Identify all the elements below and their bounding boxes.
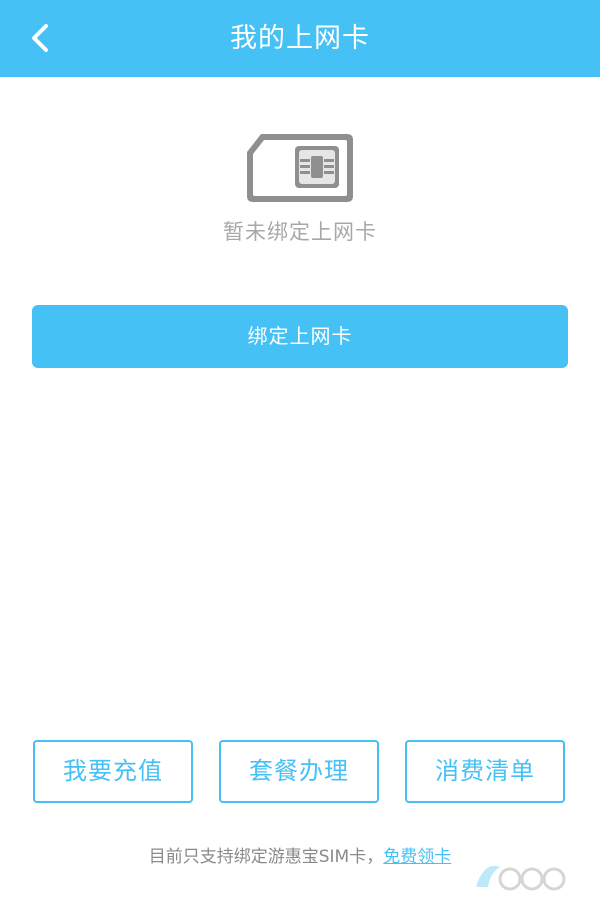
sim-card-icon — [247, 134, 353, 202]
bind-card-button[interactable]: 绑定上网卡 — [32, 305, 568, 368]
recharge-button[interactable]: 我要充值 — [33, 740, 193, 803]
page-title: 我的上网卡 — [230, 23, 370, 54]
top-app-bar: 我的上网卡 — [0, 0, 600, 77]
plan-button[interactable]: 套餐办理 — [219, 740, 379, 803]
footer-note-text: 目前只支持绑定游惠宝SIM卡， — [148, 847, 384, 867]
watermark-logo-icon — [476, 865, 566, 891]
free-card-link[interactable]: 免费领卡 — [383, 847, 451, 867]
bill-button[interactable]: 消费清单 — [405, 740, 565, 803]
empty-state-message: 暂未绑定上网卡 — [223, 220, 377, 244]
